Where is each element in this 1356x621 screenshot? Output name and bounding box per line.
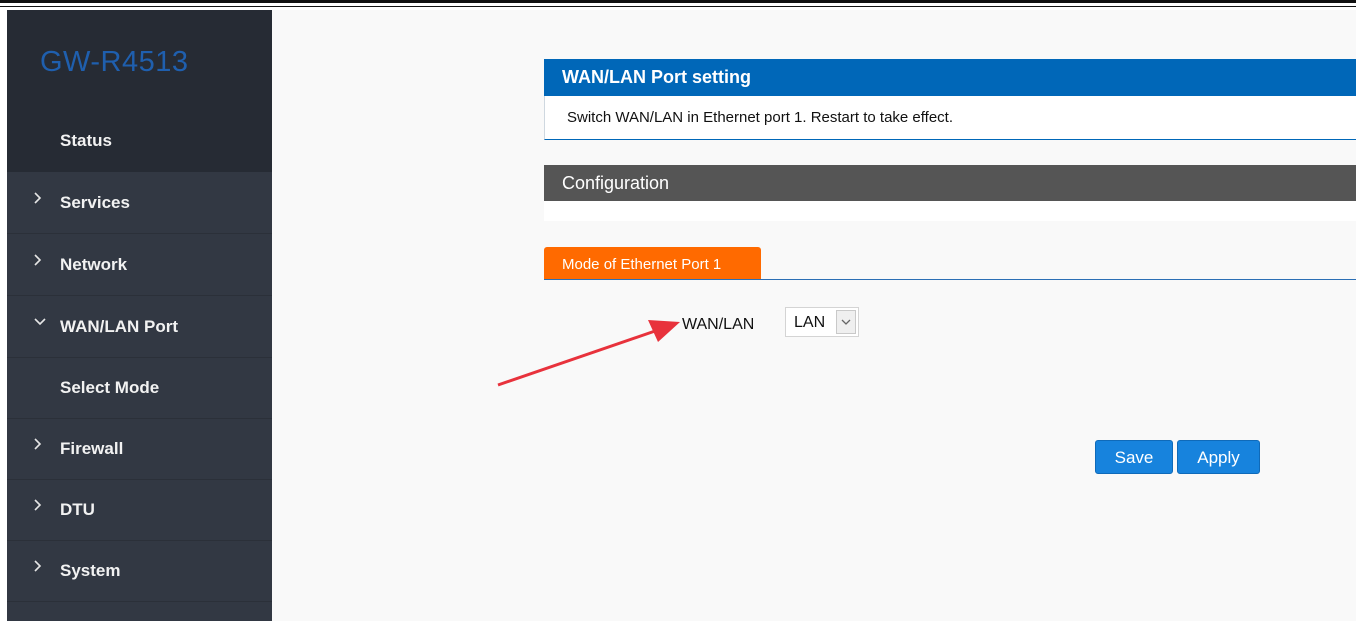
tab-mode-ethernet-port-1[interactable]: Mode of Ethernet Port 1: [544, 247, 761, 280]
apply-button[interactable]: Apply: [1177, 440, 1260, 474]
sidebar-item-firewall[interactable]: Firewall: [7, 419, 272, 480]
config-body: [544, 201, 1356, 221]
save-button[interactable]: Save: [1095, 440, 1173, 474]
chevron-right-icon: [33, 253, 47, 273]
brand-logo-text: GW-R4513: [40, 46, 189, 78]
top-border-rule: [0, 0, 1356, 3]
sidebar-item-wan-lan-port[interactable]: WAN/LAN Port: [7, 297, 272, 358]
chevron-right-icon: [33, 498, 47, 518]
sidebar-item-label: Select Mode: [60, 378, 160, 397]
chevron-down-icon: [33, 315, 47, 335]
chevron-right-icon: [33, 191, 47, 211]
top-border-rule-thin: [0, 6, 1356, 7]
section-description: Switch WAN/LAN in Ethernet port 1. Resta…: [544, 96, 1356, 140]
sidebar-item-label: WAN/LAN Port: [60, 317, 179, 336]
sidebar: GW-R4513 Status Services Network WAN/LAN…: [7, 10, 272, 621]
sidebar-item-label: Network: [60, 255, 128, 274]
chevron-down-icon[interactable]: [836, 310, 856, 334]
wan-lan-select[interactable]: LAN: [785, 307, 859, 337]
sidebar-item-system[interactable]: System: [7, 541, 272, 602]
wan-lan-select-value: LAN: [794, 314, 826, 331]
brand-area: GW-R4513 Status: [7, 10, 272, 172]
sidebar-item-services[interactable]: Services: [7, 173, 272, 234]
config-title: Configuration: [544, 165, 1356, 201]
annotation-arrow-icon: [497, 320, 680, 387]
sidebar-item-status[interactable]: Status: [60, 131, 112, 151]
sidebar-item-dtu[interactable]: DTU: [7, 480, 272, 541]
section-title: WAN/LAN Port setting: [544, 59, 1356, 96]
wan-lan-field-label: WAN/LAN: [682, 316, 755, 333]
sidebar-item-label: Firewall: [60, 439, 124, 458]
sidebar-subitem-select-mode[interactable]: Select Mode: [7, 358, 272, 419]
chevron-right-icon: [33, 437, 47, 457]
sidebar-item-label: DTU: [60, 500, 95, 519]
chevron-right-icon: [33, 559, 47, 579]
sidebar-item-label: Services: [60, 193, 130, 212]
sidebar-item-label: System: [60, 561, 121, 580]
sidebar-item-network[interactable]: Network: [7, 235, 272, 296]
tab-underline: [544, 279, 1356, 280]
